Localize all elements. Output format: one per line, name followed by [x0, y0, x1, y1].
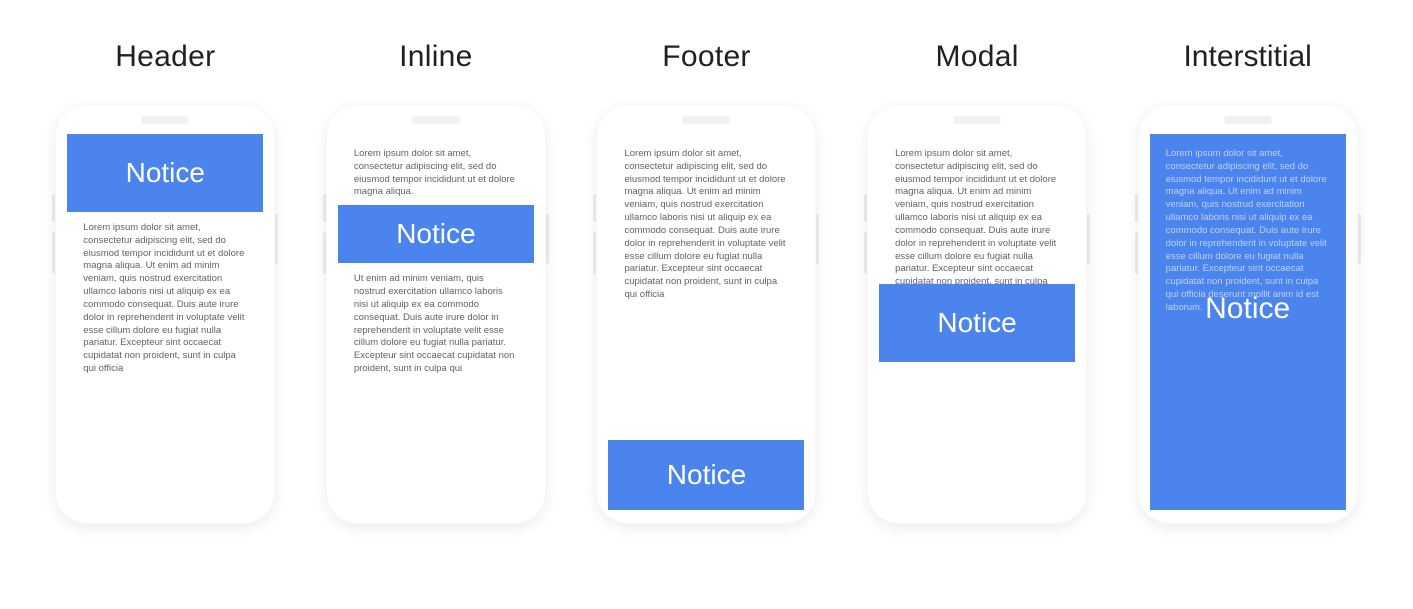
col-title-modal: Modal	[935, 40, 1018, 74]
phone-header: Notice Lorem ipsum dolor sit amet, conse…	[55, 104, 275, 524]
notice-banner-modal: Notice	[879, 284, 1075, 362]
phone-side-button	[1087, 214, 1090, 264]
lorem-text: Lorem ipsum dolor sit amet, consectetur …	[67, 212, 263, 390]
lorem-text: Lorem ipsum dolor sit amet, consectetur …	[608, 134, 804, 440]
col-title-footer: Footer	[662, 40, 751, 74]
col-footer: Footer Lorem ipsum dolor sit amet, conse…	[586, 40, 826, 524]
phone-interstitial: Lorem ipsum dolor sit amet, consectetur …	[1138, 104, 1358, 524]
col-modal: Modal Lorem ipsum dolor sit amet, consec…	[857, 40, 1097, 524]
phone-side-button	[52, 194, 55, 222]
col-header: Header Notice Lorem ipsum dolor sit amet…	[45, 40, 285, 524]
phone-inline: Lorem ipsum dolor sit amet, consectetur …	[326, 104, 546, 524]
phone-side-button	[864, 194, 867, 222]
phone-side-button	[275, 214, 278, 264]
diagram-stage: Header Notice Lorem ipsum dolor sit amet…	[0, 0, 1413, 609]
phone-screen: Notice Lorem ipsum dolor sit amet, conse…	[67, 134, 263, 510]
phone-side-button	[1135, 232, 1138, 274]
phone-screen: Lorem ipsum dolor sit amet, consectetur …	[1150, 134, 1346, 510]
phone-side-button	[593, 194, 596, 222]
phone-side-button	[816, 214, 819, 264]
lorem-text: Lorem ipsum dolor sit amet, consectetur …	[338, 134, 534, 205]
phone-side-button	[1358, 214, 1361, 264]
phone-side-button	[1135, 194, 1138, 222]
phone-side-button	[546, 214, 549, 264]
col-inline: Inline Lorem ipsum dolor sit amet, conse…	[316, 40, 556, 524]
phone-screen: Lorem ipsum dolor sit amet, consectetur …	[879, 134, 1075, 510]
notice-banner-footer: Notice	[608, 440, 804, 510]
col-interstitial: Interstitial Lorem ipsum dolor sit amet,…	[1128, 40, 1368, 524]
phone-footer: Lorem ipsum dolor sit amet, consectetur …	[596, 104, 816, 524]
phone-side-button	[52, 232, 55, 274]
notice-banner-inline: Notice	[338, 205, 534, 263]
phone-side-button	[593, 232, 596, 274]
phone-screen: Lorem ipsum dolor sit amet, consectetur …	[338, 134, 534, 510]
phone-screen: Lorem ipsum dolor sit amet, consectetur …	[608, 134, 804, 510]
phone-side-button	[323, 232, 326, 274]
phone-modal: Lorem ipsum dolor sit amet, consectetur …	[867, 104, 1087, 524]
col-title-inline: Inline	[399, 40, 473, 74]
phone-side-button	[323, 194, 326, 222]
lorem-text: Ut enim ad minim veniam, quis nostrud ex…	[338, 263, 534, 390]
phone-row: Header Notice Lorem ipsum dolor sit amet…	[0, 0, 1413, 524]
phone-side-button	[864, 232, 867, 274]
notice-banner-interstitial: Notice	[1150, 284, 1346, 334]
col-title-interstitial: Interstitial	[1183, 40, 1311, 74]
col-title-header: Header	[115, 40, 215, 74]
notice-banner-header: Notice	[67, 134, 263, 212]
